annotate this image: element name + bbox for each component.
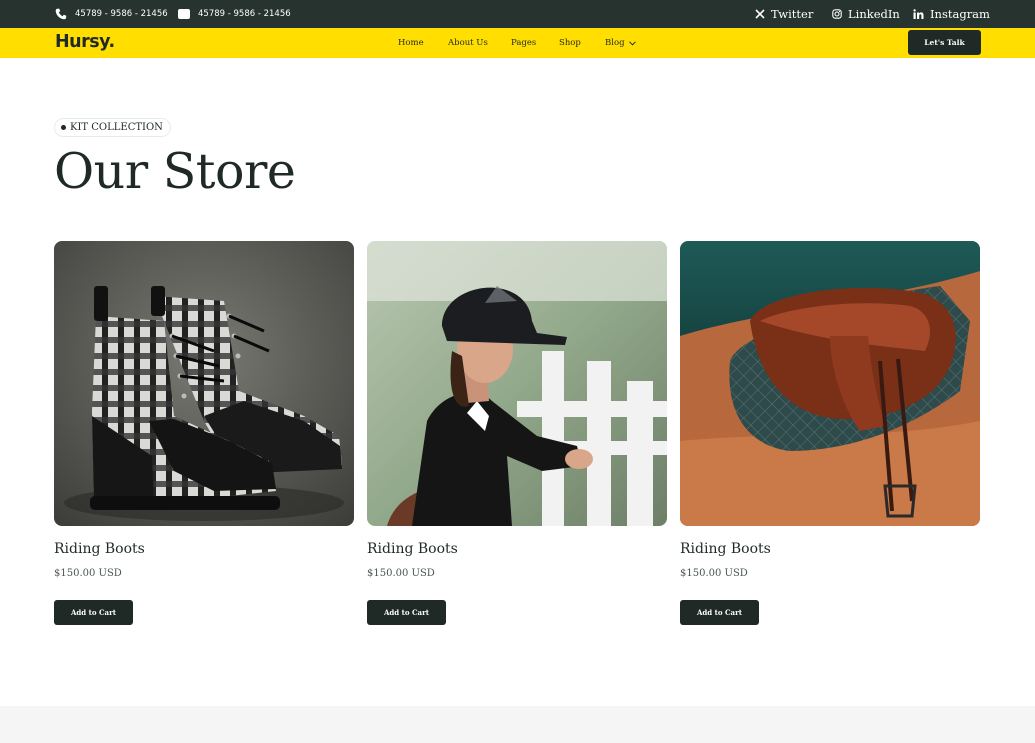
lets-talk-button[interactable]: Let's Talk xyxy=(908,30,981,55)
chevron-down-icon xyxy=(628,40,636,46)
whatsapp-contact[interactable]: 45789 - 9586 - 21456 xyxy=(178,0,291,28)
instagram-icon xyxy=(832,9,842,19)
nav-home[interactable]: Home xyxy=(398,28,424,58)
social-link-twitter[interactable]: Twitter xyxy=(755,0,813,28)
social-label: LinkedIn xyxy=(848,7,900,21)
add-to-cart-button[interactable]: Add to Cart xyxy=(54,600,133,625)
whatsapp-icon xyxy=(178,9,190,19)
linkedin-icon xyxy=(913,9,924,19)
social-label: Instagram xyxy=(930,7,990,21)
product-price: $150.00 USD xyxy=(54,568,122,579)
nav-pages[interactable]: Pages xyxy=(511,28,536,58)
social-link-linkedin[interactable]: LinkedIn xyxy=(832,0,900,28)
product-name[interactable]: Riding Boots xyxy=(367,541,458,557)
product-image-boots[interactable] xyxy=(54,241,354,526)
product-image-saddle[interactable] xyxy=(680,241,980,526)
product-name[interactable]: Riding Boots xyxy=(54,541,145,557)
footer-section xyxy=(0,706,1035,743)
product-price: $150.00 USD xyxy=(367,568,435,579)
product-price: $150.00 USD xyxy=(680,568,748,579)
badge-label: KIT COLLECTION xyxy=(70,122,163,133)
top-contact-bar: 45789 - 9586 - 21456 45789 - 9586 - 2145… xyxy=(0,0,1035,28)
nav-blog[interactable]: Blog xyxy=(605,28,636,58)
add-to-cart-button[interactable]: Add to Cart xyxy=(680,600,759,625)
bullet-dot-icon xyxy=(61,125,66,130)
page-title: Our Store xyxy=(54,143,296,200)
nav-about-us[interactable]: About Us xyxy=(448,28,488,58)
social-label: Twitter xyxy=(771,7,814,21)
nav-shop[interactable]: Shop xyxy=(559,28,581,58)
section-badge: KIT COLLECTION xyxy=(54,118,171,137)
add-to-cart-button[interactable]: Add to Cart xyxy=(367,600,446,625)
site-logo[interactable]: Hursy. xyxy=(55,32,115,52)
phone-number: 45789 - 9586 - 21456 xyxy=(75,9,168,19)
nav-blog-label: Blog xyxy=(605,38,625,48)
phone-icon xyxy=(55,8,67,20)
main-navbar: Hursy. Home About Us Pages Shop Blog Let… xyxy=(0,28,1035,58)
product-image-rider[interactable] xyxy=(367,241,667,526)
phone-contact[interactable]: 45789 - 9586 - 21456 xyxy=(55,0,168,28)
social-link-instagram[interactable]: Instagram xyxy=(913,0,990,28)
x-icon xyxy=(755,9,765,19)
product-name[interactable]: Riding Boots xyxy=(680,541,771,557)
whatsapp-number: 45789 - 9586 - 21456 xyxy=(198,9,291,19)
